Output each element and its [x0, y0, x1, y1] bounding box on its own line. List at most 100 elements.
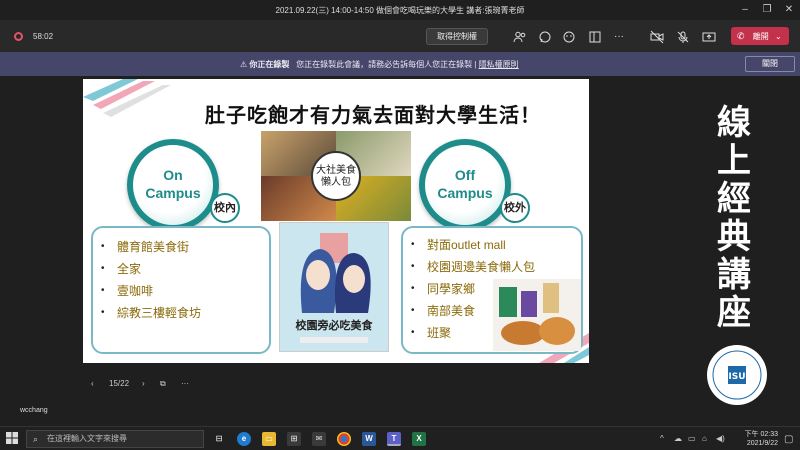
slide-more-icon[interactable]: ··· — [181, 379, 189, 388]
slide-stripes-decoration — [83, 79, 171, 117]
shared-slide: 肚子吃飽才有力氣去面對大學生活！ On Campus 校內 Off Campus… — [83, 79, 589, 363]
chevron-down-icon: ⌄ — [775, 32, 782, 41]
tray-volume-icon[interactable]: ◀) — [716, 434, 725, 443]
edge-icon[interactable]: e — [237, 432, 251, 446]
poster-subtitle-bar — [300, 337, 368, 343]
off-campus-line1: Off — [454, 167, 476, 183]
side-banner-char: 講 — [717, 255, 751, 295]
list-item-label: 體育館美食街 — [117, 240, 190, 254]
mail-icon[interactable]: ✉ — [312, 432, 326, 446]
bullet-icon: • — [411, 327, 415, 338]
fried-chicken-photo — [493, 279, 581, 351]
share-screen-icon[interactable] — [702, 30, 716, 44]
bullet-icon: • — [411, 305, 415, 316]
food-collage: 大社美食懶人包 — [261, 131, 411, 221]
window-titlebar: 2021.09.22(三) 14:00-14:50 做個會吃喝玩樂的大學生 講者… — [0, 0, 800, 20]
recording-message: ⚠ 你正在錄製 您正在錄製此會議，請務必告訴每個人您正在錄製 | 隱私權原則 — [240, 60, 519, 69]
privacy-link[interactable]: 隱私權原則 — [479, 60, 519, 69]
list-item: • 體育館美食街 — [93, 236, 269, 258]
on-campus-tag: 校內 — [210, 193, 240, 223]
meeting-timer: 58:02 — [33, 32, 54, 41]
taskbar-clock[interactable]: 下午 02:33 2021/9/22 — [734, 430, 778, 448]
leave-label: 離開 — [752, 32, 769, 41]
bullet-icon: • — [411, 283, 415, 294]
food-poster: 校園旁必吃美食 — [279, 222, 389, 352]
bullet-icon: • — [101, 241, 105, 252]
mic-muted-icon[interactable] — [676, 30, 690, 44]
take-control-button[interactable]: 取得控制權 — [426, 28, 488, 45]
bullet-icon: • — [101, 307, 105, 318]
minimize-icon[interactable]: – — [738, 3, 752, 17]
on-campus-line1: On — [163, 167, 183, 183]
window-title: 2021.09.22(三) 14:00-14:50 做個會吃喝玩樂的大學生 講者… — [275, 6, 525, 15]
next-slide-icon[interactable]: › — [142, 379, 145, 388]
task-view-icon[interactable]: ⊟ — [212, 432, 226, 446]
recording-text: 您正在錄製此會議，請務必告訴每個人您正在錄製 — [296, 60, 473, 69]
side-banner-char: 上 — [717, 141, 751, 181]
side-banner-char: 座 — [717, 293, 751, 333]
tray-up-arrow-icon[interactable]: ^ — [660, 434, 664, 443]
side-banner-text: 線上經典講座 — [714, 104, 754, 332]
food-illustration — [499, 283, 575, 345]
store-icon[interactable]: ⊞ — [287, 432, 301, 446]
chat-icon[interactable] — [538, 30, 552, 44]
close-icon[interactable]: ✕ — [782, 3, 796, 17]
off-campus-tag: 校外 — [500, 193, 530, 223]
search-placeholder: 在這裡輸入文字來搜尋 — [47, 434, 127, 443]
on-campus-line2: Campus — [145, 185, 201, 201]
list-item: • 全家 — [93, 258, 269, 280]
windows-start-icon[interactable] — [6, 432, 18, 444]
excel-icon[interactable]: X — [412, 432, 426, 446]
list-item-label: 同學家鄉 — [427, 282, 476, 296]
list-item-label: 綜教三樓輕食坊 — [117, 306, 202, 320]
reactions-icon[interactable] — [562, 30, 576, 44]
poster-caption: 校園旁必吃美食 — [295, 319, 373, 332]
tray-cloud-icon[interactable]: ☁ — [674, 434, 682, 443]
file-explorer-icon[interactable]: ▭ — [262, 432, 276, 446]
poster-illustration — [280, 223, 388, 313]
university-logo: ISU — [707, 345, 767, 405]
list-item-label: 南部美食 — [427, 304, 476, 318]
off-campus-circle: Off Campus — [419, 139, 511, 231]
teams-icon[interactable]: T — [387, 432, 401, 446]
meeting-stage: 肚子吃飽才有力氣去面對大學生活！ On Campus 校內 Off Campus… — [0, 76, 800, 426]
grid-view-icon[interactable]: ⧉ — [160, 379, 166, 389]
slide-page-counter: 15/22 — [109, 379, 130, 388]
bullet-icon: • — [101, 263, 105, 274]
recording-icon — [14, 32, 23, 41]
list-item-label: 壹咖啡 — [117, 284, 154, 298]
maximize-icon[interactable]: ❐ — [760, 3, 774, 17]
tray-battery-icon[interactable]: ▭ — [688, 434, 696, 443]
list-item-label: 校園週邊美食懶人包 — [427, 260, 536, 274]
recording-banner: ⚠ 你正在錄製 您正在錄製此會議，請務必告訴每個人您正在錄製 | 隱私權原則 關… — [0, 52, 800, 76]
camera-icon[interactable] — [650, 30, 664, 44]
taskbar-search-input[interactable]: ⌕ 在這裡輸入文字來搜尋 — [26, 430, 204, 448]
prev-slide-icon[interactable]: ‹ — [91, 379, 94, 388]
more-options-icon[interactable]: ··· — [612, 30, 626, 44]
notification-icon[interactable]: ▢ — [784, 434, 793, 445]
bullet-icon: • — [411, 239, 415, 250]
clock-time: 下午 02:33 — [744, 431, 778, 438]
list-item-label: 全家 — [117, 262, 142, 276]
bullet-icon: • — [101, 285, 105, 296]
on-campus-circle: On Campus — [127, 139, 219, 231]
tray-network-icon[interactable]: ⌂ — [702, 434, 707, 443]
warning-icon: ⚠ — [240, 60, 248, 69]
side-banner-char: 線 — [717, 103, 751, 143]
word-icon[interactable]: W — [362, 432, 376, 446]
svg-text:ISU: ISU — [728, 372, 745, 382]
meeting-toolbar: 58:02 取得控制權 ··· ✆ 離開 ⌄ — [0, 20, 800, 52]
chrome-icon[interactable] — [337, 432, 351, 446]
list-item: • 綜教三樓輕食坊 — [93, 302, 269, 324]
participants-icon[interactable] — [513, 30, 527, 44]
off-campus-line2: Campus — [437, 185, 493, 201]
rooms-icon[interactable] — [588, 30, 602, 44]
list-item-label: 班聚 — [427, 326, 452, 340]
side-banner-char: 典 — [717, 217, 751, 257]
user-name-label: wcchang — [20, 407, 48, 414]
on-campus-list: • 體育館美食街 • 全家 • 壹咖啡 • 綜教三樓輕食坊 — [91, 226, 271, 354]
side-banner-char: 經 — [717, 179, 751, 219]
dismiss-button[interactable]: 關閉 — [745, 56, 795, 72]
list-item: • 對面outlet mall — [403, 234, 581, 256]
leave-button[interactable]: ✆ 離開 ⌄ — [731, 27, 789, 45]
